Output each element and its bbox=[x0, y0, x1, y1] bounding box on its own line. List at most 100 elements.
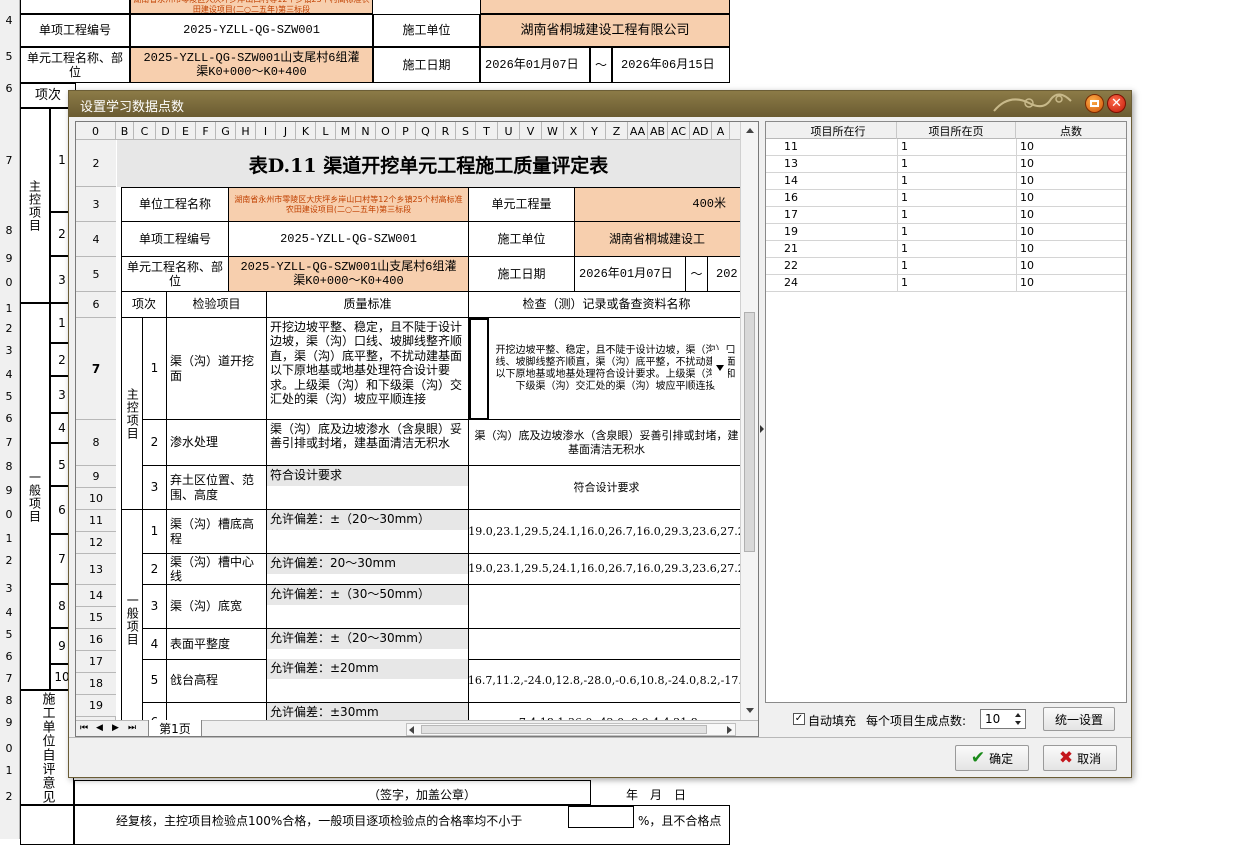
points-grid-row[interactable]: 16 1 10 bbox=[766, 190, 1126, 207]
row-header[interactable]: 13 bbox=[76, 554, 116, 585]
points-value[interactable]: 10 bbox=[1020, 242, 1034, 255]
scroll-up-icon[interactable] bbox=[746, 128, 754, 133]
scroll-left-icon[interactable] bbox=[409, 726, 414, 734]
row-record[interactable]: -7.4,18.1,36.0,-42.0,-9.9,4.4,21.8 bbox=[469, 703, 740, 720]
column-header[interactable]: N bbox=[356, 122, 376, 140]
column-header[interactable]: O bbox=[376, 122, 396, 140]
points-grid-row[interactable]: 22 1 10 bbox=[766, 258, 1126, 275]
column-header[interactable]: J bbox=[276, 122, 296, 140]
column-header[interactable]: A bbox=[712, 122, 730, 140]
scrollbar-thumb[interactable] bbox=[744, 312, 755, 552]
spinner-down-icon[interactable] bbox=[1015, 721, 1021, 725]
column-header[interactable]: S bbox=[456, 122, 476, 140]
column-header[interactable]: Q bbox=[416, 122, 436, 140]
column-header[interactable]: Z bbox=[606, 122, 628, 140]
column-header[interactable]: F bbox=[196, 122, 216, 140]
sheet-content[interactable]: 表D.11 渠道开挖单元工程施工质量评定表 单位工程名称 湖南省永州市零陵区大庆… bbox=[117, 140, 740, 720]
row-header[interactable]: 3 bbox=[76, 187, 116, 222]
row-header[interactable]: 5 bbox=[76, 257, 116, 292]
points-grid-row[interactable]: 24 1 10 bbox=[766, 275, 1126, 292]
points-spinner[interactable]: 10 bbox=[980, 709, 1026, 729]
points-grid-row[interactable]: 21 1 10 bbox=[766, 241, 1126, 258]
points-value[interactable]: 10 bbox=[1020, 276, 1034, 289]
column-header[interactable]: B bbox=[116, 122, 134, 140]
column-header[interactable]: AA bbox=[628, 122, 648, 140]
row-record[interactable]: 19.0,23.1,29.5,24.1,16.0,26.7,16.0,29.3,… bbox=[469, 510, 740, 554]
column-header[interactable]: AD bbox=[690, 122, 712, 140]
row-header[interactable]: 7 bbox=[76, 318, 116, 420]
points-value[interactable]: 10 bbox=[1020, 225, 1034, 238]
unify-settings-button[interactable]: 统一设置 bbox=[1043, 707, 1115, 731]
points-value[interactable]: 10 bbox=[1020, 208, 1034, 221]
points-grid[interactable]: 项目所在行 项目所在页 点数 11 1 10 13 1 10 14 1 10 16 1 10 17 1 10… bbox=[765, 121, 1127, 703]
scroll-right-icon[interactable] bbox=[727, 726, 732, 734]
column-header[interactable]: Y bbox=[584, 122, 606, 140]
column-header[interactable]: K bbox=[296, 122, 316, 140]
column-header[interactable]: L bbox=[316, 122, 336, 140]
spinner-up-icon[interactable] bbox=[1015, 713, 1021, 717]
points-value[interactable]: 10 bbox=[1020, 191, 1034, 204]
column-header[interactable]: X bbox=[564, 122, 584, 140]
points-value[interactable]: 10 bbox=[1020, 140, 1034, 153]
column-header[interactable]: P bbox=[396, 122, 416, 140]
horizontal-scrollbar-thumb[interactable] bbox=[421, 725, 707, 734]
column-header[interactable]: T bbox=[476, 122, 498, 140]
row-header[interactable]: 18 bbox=[76, 673, 116, 695]
row-header[interactable]: 8 bbox=[76, 420, 116, 466]
column-header[interactable]: R bbox=[436, 122, 456, 140]
row-record[interactable]: -16.7,11.2,-24.0,12.8,-28.0,-0.6,10.8,-2… bbox=[469, 659, 740, 703]
row-header[interactable]: 11 bbox=[76, 510, 116, 532]
points-grid-row[interactable]: 19 1 10 bbox=[766, 224, 1126, 241]
row-record[interactable]: 开挖边坡平整、稳定，且不陡于设计边坡，渠（沟）口线、坡脚线整齐顺直，渠（沟）底平… bbox=[469, 318, 740, 420]
first-sheet-icon[interactable]: ⏮ bbox=[80, 723, 88, 733]
points-value[interactable]: 10 bbox=[1020, 259, 1034, 272]
column-header[interactable]: E bbox=[176, 122, 196, 140]
points-grid-row[interactable]: 17 1 10 bbox=[766, 207, 1126, 224]
points-value[interactable]: 10 bbox=[1020, 174, 1034, 187]
row-header[interactable]: 14 bbox=[76, 585, 116, 607]
row-record[interactable]: 19.0,23.1,29.5,24.1,16.0,26.7,16.0,29.3,… bbox=[469, 554, 740, 585]
row-record[interactable] bbox=[469, 629, 740, 660]
horizontal-scrollbar[interactable] bbox=[406, 723, 736, 736]
column-header[interactable]: H bbox=[236, 122, 256, 140]
dialog-title-bar[interactable]: 设置学习数据点数 ✕ bbox=[69, 91, 1131, 117]
column-header[interactable]: W bbox=[542, 122, 564, 140]
ok-button[interactable]: ✔ 确定 bbox=[955, 745, 1029, 771]
column-header[interactable]: M bbox=[336, 122, 356, 140]
row-header[interactable]: 4 bbox=[76, 222, 116, 257]
column-header[interactable]: AB bbox=[648, 122, 668, 140]
points-value[interactable]: 10 bbox=[1020, 157, 1034, 170]
column-header[interactable]: AC bbox=[668, 122, 690, 140]
column-header[interactable]: U bbox=[498, 122, 520, 140]
spreadsheet-panel[interactable]: 0 B C D E F G H I J K L M N O P Q R S T U V W X Y Z AA AB AC AD A 2345… bbox=[75, 121, 759, 737]
row-header[interactable]: 17 bbox=[76, 651, 116, 673]
record-dropdown-button[interactable] bbox=[712, 350, 728, 386]
minimize-button[interactable] bbox=[1085, 94, 1104, 113]
active-cell-indicator[interactable] bbox=[469, 318, 489, 420]
column-header[interactable]: I bbox=[256, 122, 276, 140]
row-header[interactable]: 16 bbox=[76, 629, 116, 651]
scroll-down-icon[interactable] bbox=[746, 708, 754, 713]
points-grid-row[interactable]: 11 1 10 bbox=[766, 139, 1126, 156]
row-record[interactable] bbox=[469, 585, 740, 629]
auto-fill-checkbox[interactable]: ✓ bbox=[793, 713, 805, 725]
row-header[interactable]: 9 bbox=[76, 466, 116, 488]
column-header[interactable]: C bbox=[134, 122, 156, 140]
sheet-tab-page1[interactable]: 第1页 bbox=[148, 720, 202, 736]
next-sheet-icon[interactable]: ▶ bbox=[112, 723, 119, 733]
vertical-scrollbar[interactable] bbox=[740, 122, 758, 720]
row-record[interactable]: 渠（沟）底及边坡渗水（含泉眼）妥善引排或封堵，建基面清洁无积水 bbox=[469, 420, 740, 466]
close-button[interactable]: ✕ bbox=[1107, 94, 1126, 113]
row-header[interactable]: 19 bbox=[76, 695, 116, 717]
prev-sheet-icon[interactable]: ◀ bbox=[96, 723, 103, 733]
column-header[interactable]: V bbox=[520, 122, 542, 140]
last-sheet-icon[interactable]: ⏭ bbox=[128, 723, 136, 733]
row-record[interactable]: 符合设计要求 bbox=[469, 466, 740, 510]
column-header[interactable]: D bbox=[156, 122, 176, 140]
row-header[interactable]: 2 bbox=[76, 140, 116, 187]
cancel-button[interactable]: ✖ 取消 bbox=[1043, 745, 1117, 771]
row-header[interactable]: 15 bbox=[76, 607, 116, 629]
row-header[interactable]: 6 bbox=[76, 292, 116, 318]
column-header[interactable]: G bbox=[216, 122, 236, 140]
points-grid-row[interactable]: 14 1 10 bbox=[766, 173, 1126, 190]
